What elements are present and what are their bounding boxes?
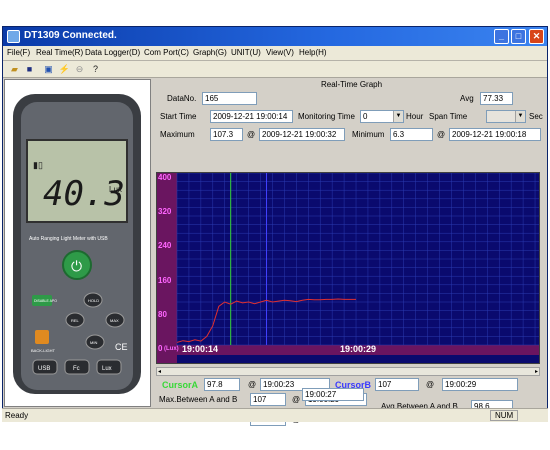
cursor-a-value[interactable]: 97.8 <box>204 378 240 391</box>
chevron-down-icon: ▼ <box>515 111 525 122</box>
meter-reading: 40.3 <box>43 174 125 214</box>
hour-label: Hour <box>406 112 424 121</box>
data-no-field[interactable]: 165 <box>202 92 257 105</box>
maximum-label: Maximum <box>160 130 195 139</box>
chart-grid <box>176 173 539 346</box>
y-unit-label: (Lux) <box>164 346 179 352</box>
graph-title: Real-Time Graph <box>321 80 383 89</box>
avg-label: Avg <box>460 94 474 103</box>
minimum-field[interactable]: 6.3 <box>390 128 433 141</box>
save-icon[interactable]: ■ <box>23 63 36 75</box>
min-time-field[interactable]: 2009-12-21 19:00:18 <box>449 128 541 141</box>
open-folder-icon[interactable]: ▰ <box>8 63 21 75</box>
status-bar: Ready NUM <box>2 408 548 422</box>
cursor-a-at-label: @ <box>248 380 257 389</box>
data-no-label: DataNo. <box>167 94 197 103</box>
backlight-button[interactable] <box>35 330 49 344</box>
meter-unit: Lux <box>109 185 122 194</box>
realtime-icon[interactable]: ⚡ <box>58 63 71 75</box>
min-at-label: @ <box>437 130 446 139</box>
svg-text:Lux: Lux <box>102 366 112 372</box>
maximum-field[interactable]: 107.3 <box>210 128 243 141</box>
menu-real-time[interactable]: Real Time(R) <box>36 48 83 57</box>
svg-text:▮▯: ▮▯ <box>33 160 43 170</box>
menu-view[interactable]: View(V) <box>266 48 294 57</box>
menu-data-logger[interactable]: Data Logger(D) <box>85 48 140 57</box>
y-axis-band <box>157 173 177 363</box>
device-image-panel: ▮▯ 40.3 Lux Auto Ranging Light Meter wit… <box>4 79 151 407</box>
minimize-button[interactable]: _ <box>494 29 509 44</box>
app-icon <box>7 30 20 43</box>
menu-graph[interactable]: Graph(G) <box>193 48 227 57</box>
max-at-label: @ <box>247 130 256 139</box>
cursor-a-label: CursorA <box>162 380 199 390</box>
sec-label: Sec <box>529 112 543 121</box>
stop-icon[interactable]: ⊖ <box>73 63 86 75</box>
svg-text:BACK-LIGHT: BACK-LIGHT <box>31 348 56 353</box>
cursor-b-value[interactable]: 107 <box>375 378 419 391</box>
scroll-left-icon[interactable]: ◂ <box>158 368 161 375</box>
window-title: DT1309 Connected. <box>24 30 117 41</box>
minimum-label: Minimum <box>352 130 385 139</box>
max-between-value[interactable]: 107 <box>250 393 286 406</box>
chevron-down-icon: ▼ <box>393 111 403 122</box>
realtime-chart[interactable]: 400 320 240 160 80 0 (Lux) 19:00:14 19:0… <box>156 172 540 364</box>
chart-svg <box>157 173 539 363</box>
menu-unit[interactable]: UNIT(U) <box>231 48 261 57</box>
menu-com-port[interactable]: Com Port(C) <box>144 48 189 57</box>
chart-scrollbar[interactable]: ◂ ▸ <box>156 367 540 376</box>
cursor-b-at-label: @ <box>426 380 435 389</box>
span-time-select[interactable]: ▼ <box>486 110 526 123</box>
title-bar[interactable]: DT1309 Connected. _ □ ✕ <box>3 27 547 46</box>
graph-panel: Real-Time Graph DataNo. 165 Avg 77.33 St… <box>153 79 546 413</box>
meter-model-label: Auto Ranging Light Meter with USB <box>29 236 108 242</box>
max-between-at-label: @ <box>292 395 301 404</box>
maximize-button[interactable]: □ <box>511 29 526 44</box>
y-tick-label: 0 <box>158 344 163 353</box>
status-text: Ready <box>5 411 29 420</box>
avg-field[interactable]: 77.33 <box>480 92 513 105</box>
num-lock-indicator: NUM <box>490 410 519 421</box>
start-time-label: Start Time <box>160 112 197 121</box>
scroll-right-icon[interactable]: ▸ <box>535 368 538 375</box>
toolbar: ▰ ■ ▣ ⚡ ⊖ ? <box>3 61 547 78</box>
x-start-label: 19:00:14 <box>182 344 219 354</box>
y-tick-label: 160 <box>158 276 172 285</box>
svg-text:CE: CE <box>115 342 128 352</box>
y-tick-label: 80 <box>158 310 167 319</box>
svg-text:HOLD: HOLD <box>88 298 99 303</box>
menu-bar: File(F) Real Time(R) Data Logger(D) Com … <box>3 46 547 61</box>
svg-text:MIN: MIN <box>90 340 97 345</box>
light-meter-device: ▮▯ 40.3 Lux Auto Ranging Light Meter wit… <box>13 94 141 394</box>
start-time-field[interactable]: 2009-12-21 19:00:14 <box>210 110 293 123</box>
app-window: DT1309 Connected. _ □ ✕ File(F) Real Tim… <box>2 26 548 426</box>
max-between-label: Max.Between A and B <box>159 395 238 404</box>
help-icon[interactable]: ? <box>89 63 102 75</box>
menu-file[interactable]: File(F) <box>7 48 30 57</box>
min-between-time[interactable]: 19:00:27 <box>302 388 364 401</box>
close-button[interactable]: ✕ <box>529 29 544 44</box>
svg-text:USB: USB <box>38 366 50 372</box>
svg-text:MAX: MAX <box>110 318 119 323</box>
svg-text:REL: REL <box>71 318 80 323</box>
monitoring-time-label: Monitoring Time <box>298 112 355 121</box>
svg-text:Fc: Fc <box>73 366 80 372</box>
cursor-b-time[interactable]: 19:00:29 <box>442 378 518 391</box>
max-time-field[interactable]: 2009-12-21 19:00:32 <box>259 128 345 141</box>
connect-icon[interactable]: ▣ <box>42 63 55 75</box>
span-time-label: Span Time <box>429 112 468 121</box>
svg-text:DISABLE APO: DISABLE APO <box>34 299 57 303</box>
y-tick-label: 320 <box>158 207 172 216</box>
y-tick-label: 240 <box>158 241 172 250</box>
monitoring-time-select[interactable]: 0 ▼ <box>360 110 404 123</box>
x-cursor-label: 19:00:29 <box>340 344 377 354</box>
menu-help[interactable]: Help(H) <box>299 48 327 57</box>
y-tick-label: 400 <box>158 173 172 182</box>
power-icon: ⏻ <box>71 259 82 275</box>
